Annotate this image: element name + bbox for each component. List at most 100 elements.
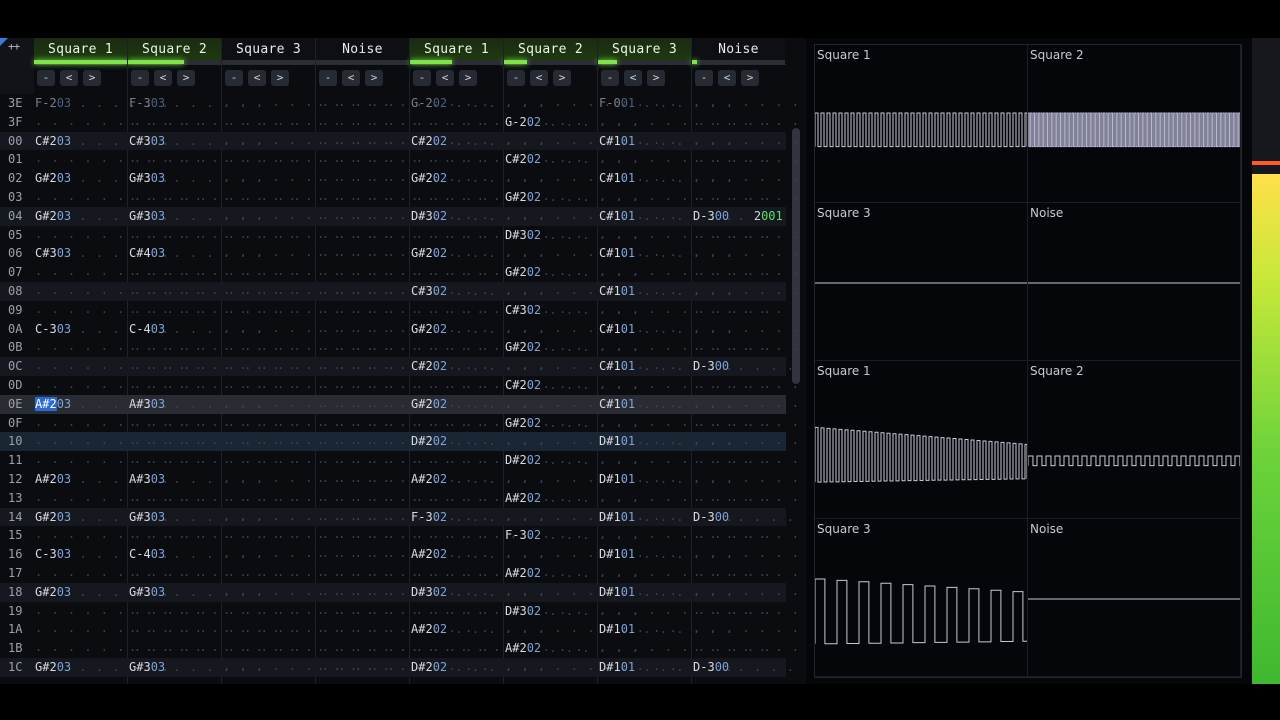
collapse-button[interactable]: - (319, 70, 337, 86)
empty-cell[interactable]: . . . . . . . . . . . (693, 621, 806, 635)
empty-cell[interactable]: . . . . . . . . . . . (693, 321, 806, 335)
next-effect-column-button[interactable]: > (271, 70, 289, 86)
empty-cell[interactable]: . . . . . . . . . . . (693, 95, 806, 109)
empty-cell[interactable]: . . . . . . . . . . . (693, 452, 806, 466)
empty-cell[interactable]: . . . . . . . . . . . (693, 603, 806, 617)
pattern-row[interactable]: 00 C#203 . . . . . . C#303 . . . . . .. . … (0, 131, 799, 151)
channel-header[interactable]: Square 2 (128, 38, 221, 64)
channel-header[interactable]: Square 2 (504, 38, 597, 64)
pattern-row[interactable]: 3F. . . . . . . . . . .. . . . . . . . .… (0, 113, 799, 132)
empty-cell[interactable]: . . . . . . . . . . . (693, 283, 806, 297)
collapse-button[interactable]: - (131, 70, 149, 86)
channel-name[interactable]: Square 2 (128, 38, 221, 60)
pattern-row[interactable]: 05. . . . . . . . . . .. . . . . . . . .… (0, 226, 799, 245)
channel-name[interactable]: Noise (316, 38, 409, 60)
prev-effect-column-button[interactable]: < (342, 70, 360, 86)
next-effect-column-button[interactable]: > (177, 70, 195, 86)
note-cell[interactable]: D-300 . . . . . . (693, 359, 806, 373)
next-effect-column-button[interactable]: > (459, 70, 477, 86)
empty-cell[interactable]: . . . . . . . . . . . (693, 490, 806, 504)
empty-cell[interactable]: . . . . . . . . . . . (693, 170, 806, 184)
pattern-row[interactable]: 13. . . . . . . . . . .. . . . . . . . .… (0, 489, 799, 508)
pattern-row[interactable]: 0D. . . . . . . . . . .. . . . . . . . .… (0, 376, 799, 395)
pattern-row[interactable]: 14 G#203 . . . . . . G#303 . . . . . .. . … (0, 507, 806, 527)
empty-cell[interactable]: . . . . . . . . . . . (693, 133, 806, 147)
empty-cell[interactable]: . . . . . . . . . . . (693, 527, 806, 541)
pattern-row[interactable]: 08. . . . . . . . . . .. . . . . . . . .… (0, 282, 799, 301)
channel-name[interactable]: Square 1 (410, 38, 503, 60)
empty-cell[interactable]: . . . . . . . . . . . (693, 546, 806, 560)
collapse-button[interactable]: - (225, 70, 243, 86)
channel-name[interactable]: Square 2 (504, 38, 597, 60)
empty-cell[interactable]: . . . . . . . . . . . (693, 114, 806, 128)
pattern-row[interactable]: 0E A#203 . . . . . . A#303 . . . . . .. . … (0, 394, 799, 414)
note-cell[interactable]: D-300 . 2001 (693, 209, 783, 223)
collapse-button[interactable]: - (507, 70, 525, 86)
channel-name[interactable]: Noise (692, 38, 785, 60)
channel-header[interactable]: Noise (692, 38, 785, 64)
pattern-row[interactable]: 03. . . . . . . . . . .. . . . . . . . .… (0, 188, 799, 207)
empty-cell[interactable]: . . . . . . . . . . . (693, 151, 806, 165)
pattern-row[interactable]: 10. . . . . . . . . . .. . . . . . . . .… (0, 432, 799, 452)
collapse-button[interactable]: - (37, 70, 55, 86)
channel-name[interactable]: Square 3 (598, 38, 691, 60)
channel-name[interactable]: Square 3 (222, 38, 315, 60)
channel-header[interactable]: Square 1 (410, 38, 503, 64)
next-effect-column-button[interactable]: > (741, 70, 759, 86)
prev-effect-column-button[interactable]: < (624, 70, 642, 86)
pattern-row[interactable]: 1C G#203 . . . . . . G#303 . . . . . .. . … (0, 658, 806, 677)
empty-cell[interactable]: . . . . . . . . . . . (693, 189, 806, 203)
prev-effect-column-button[interactable]: < (436, 70, 454, 86)
pattern-corner[interactable]: ++ (0, 38, 34, 94)
pattern-row[interactable]: 1B. . . . . . . . . . .. . . . . . . . .… (0, 639, 799, 658)
next-effect-column-button[interactable]: > (83, 70, 101, 86)
prev-effect-column-button[interactable]: < (248, 70, 266, 86)
next-effect-column-button[interactable]: > (365, 70, 383, 86)
note-cell[interactable]: D-300 . . . . . . (693, 510, 806, 524)
pattern-row[interactable]: 01. . . . . . . . . . .. . . . . . . . .… (0, 150, 799, 169)
pattern-row[interactable]: 0B. . . . . . . . . . .. . . . . . . . .… (0, 338, 799, 357)
pattern-row[interactable]: 06 C#303 . . . . . . C#403 . . . . . .. . … (0, 244, 799, 263)
pattern-row[interactable]: 15. . . . . . . . . . .. . . . . . . . .… (0, 526, 799, 545)
empty-cell[interactable]: . . . . . . . . . . . (693, 302, 806, 316)
collapse-button[interactable]: - (695, 70, 713, 86)
prev-effect-column-button[interactable]: < (530, 70, 548, 86)
pattern-row[interactable]: 0C. . . . . . . . . . .. . . . . . . . .… (0, 357, 806, 376)
empty-cell[interactable]: . . . . . . . . . . . (693, 471, 806, 485)
pattern-row[interactable]: 07. . . . . . . . . . .. . . . . . . . .… (0, 263, 799, 282)
empty-cell[interactable]: . . . . . . . . . . . (693, 377, 806, 391)
pattern-row[interactable]: 17. . . . . . . . . . .. . . . . . . . .… (0, 564, 799, 583)
collapse-button[interactable]: - (413, 70, 431, 86)
empty-cell[interactable]: . . . . . . . . . . . (693, 584, 806, 598)
pattern-row[interactable]: 18 G#203 . . . . . . G#303 . . . . . .. . … (0, 582, 799, 602)
channel-header[interactable]: Square 1 (34, 38, 127, 64)
empty-cell[interactable]: . . . . . . . . . . . (693, 396, 806, 410)
prev-effect-column-button[interactable]: < (60, 70, 78, 86)
empty-cell[interactable]: . . . . . . . . . . . (693, 339, 806, 353)
note-cell[interactable]: D-300 . . . . . . (693, 660, 806, 674)
pattern-row[interactable]: 09. . . . . . . . . . .. . . . . . . . .… (0, 301, 799, 320)
pattern-row[interactable]: 12 A#203 . . . . . . A#303 . . . . . .. . … (0, 470, 799, 489)
prev-effect-column-button[interactable]: < (154, 70, 172, 86)
pattern-row[interactable]: 02 G#203 . . . . . . G#303 . . . . . .. . … (0, 169, 799, 188)
empty-cell[interactable]: . . . . . . . . . . . (693, 565, 806, 579)
pattern-row[interactable]: 04 G#203 . . . . . . G#303 . . . . . .. . … (0, 206, 786, 226)
channel-header[interactable]: Square 3 (598, 38, 691, 64)
empty-cell[interactable]: . . . . . . . . . . . (693, 415, 806, 429)
empty-cell[interactable]: . . . . . . . . . . . (693, 640, 806, 654)
prev-effect-column-button[interactable]: < (718, 70, 736, 86)
pattern-row[interactable]: 11. . . . . . . . . . .. . . . . . . . .… (0, 451, 799, 470)
pattern-editor[interactable]: ++ Square 1- < > Square 2- < > Square 3- < > Nois… (0, 38, 806, 684)
empty-cell[interactable]: . . . . . . . . . . . (693, 227, 806, 241)
next-effect-column-button[interactable]: > (647, 70, 665, 86)
next-effect-column-button[interactable]: > (553, 70, 571, 86)
pattern-row[interactable]: 1A. . . . . . . . . . .. . . . . . . . .… (0, 620, 799, 639)
channel-header[interactable]: Noise (316, 38, 409, 64)
empty-cell[interactable]: . . . . . . . . . . . (693, 245, 806, 259)
channel-header[interactable]: Square 3 (222, 38, 315, 64)
empty-cell[interactable]: . . . . . . . . . . . (693, 264, 806, 278)
channel-name[interactable]: Square 1 (34, 38, 127, 60)
pattern-row[interactable]: 16 C-303 . . . . . . C-403 . . . . . .. . … (0, 545, 799, 564)
pattern-row[interactable]: 0A C-303 . . . . . . C-403 . . . . . .. . … (0, 320, 799, 339)
pattern-row[interactable]: 0F. . . . . . . . . . .. . . . . . . . .… (0, 414, 799, 433)
